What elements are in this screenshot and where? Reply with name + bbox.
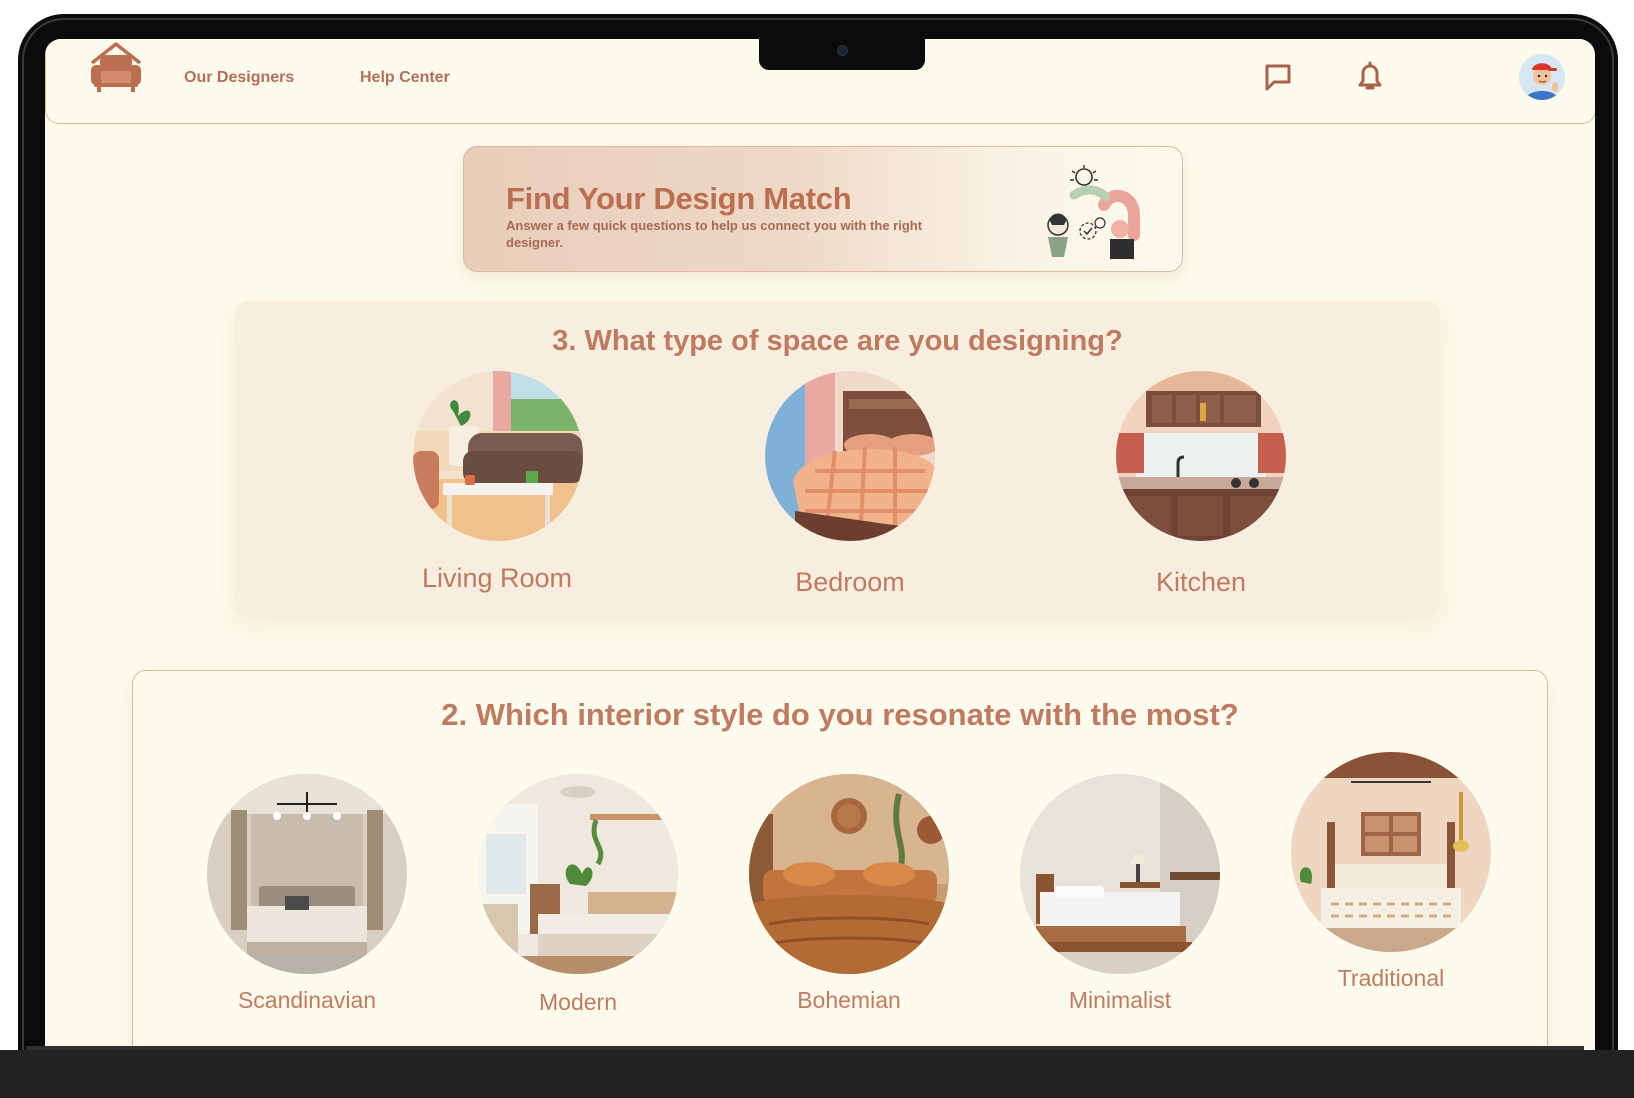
armchair-logo-icon[interactable] — [88, 41, 144, 93]
option-modern-label[interactable]: Modern — [458, 989, 698, 1016]
app-screen: Our Designers Help Center Find Your Desi… — [45, 39, 1595, 1057]
option-kitchen-image[interactable] — [1116, 371, 1286, 541]
option-bohemian-label[interactable]: Bohemian — [729, 987, 969, 1014]
design-match-banner: Find Your Design Match Answer a few quic… — [463, 146, 1183, 272]
option-living-room-label[interactable]: Living Room — [377, 563, 617, 594]
banner-subtitle: Answer a few quick questions to help us … — [506, 218, 923, 250]
user-avatar[interactable] — [1519, 54, 1565, 100]
laptop-base — [0, 1050, 1634, 1098]
camera-notch — [759, 39, 925, 70]
interior-style-question-title: 2. Which interior style do you resonate … — [441, 697, 1239, 732]
bell-icon[interactable] — [1355, 59, 1385, 93]
space-type-question-card: 3. What type of space are you designing? — [235, 301, 1440, 617]
option-living-room-image[interactable] — [413, 371, 583, 541]
option-bedroom-label[interactable]: Bedroom — [730, 567, 970, 598]
message-icon[interactable] — [1263, 59, 1293, 93]
interior-style-question-card: 2. Which interior style do you resonate … — [132, 670, 1548, 1057]
option-traditional-image[interactable] — [1291, 752, 1491, 952]
nav-help-center[interactable]: Help Center — [360, 69, 450, 87]
option-kitchen-label[interactable]: Kitchen — [1081, 567, 1321, 598]
nav-our-designers[interactable]: Our Designers — [184, 69, 294, 87]
banner-title: Find Your Design Match — [506, 181, 852, 216]
option-traditional-label[interactable]: Traditional — [1271, 965, 1511, 992]
option-minimalist-label[interactable]: Minimalist — [1000, 987, 1240, 1014]
space-type-question-title: 3. What type of space are you designing? — [552, 325, 1123, 357]
handshake-illustration-icon — [1047, 165, 1140, 259]
camera-icon — [837, 45, 848, 56]
option-minimalist-image[interactable] — [1020, 774, 1220, 974]
option-scandinavian-label[interactable]: Scandinavian — [187, 987, 427, 1014]
option-bedroom-image[interactable] — [765, 371, 935, 541]
option-bohemian-image[interactable] — [749, 774, 949, 974]
option-scandinavian-image[interactable] — [207, 774, 407, 974]
option-modern-image[interactable] — [478, 774, 678, 974]
laptop-frame: Our Designers Help Center Find Your Desi… — [18, 14, 1618, 1098]
